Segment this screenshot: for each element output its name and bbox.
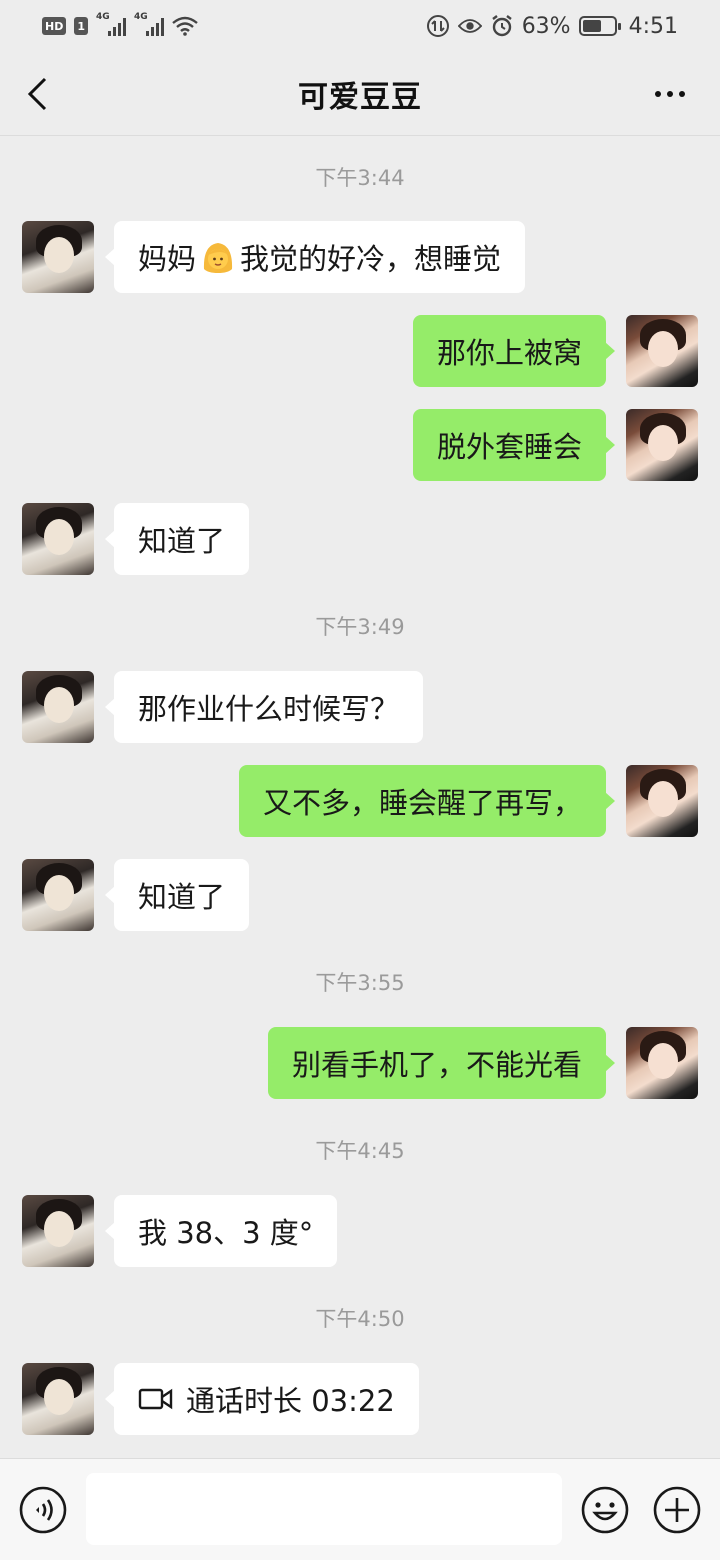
dot [679,91,685,97]
network-type-2: 4G [134,12,148,22]
sim-badge: 1 [74,17,88,35]
contact-avatar[interactable] [22,503,94,575]
wifi-icon [172,16,198,36]
message-bubble[interactable]: 知道了 [104,503,250,575]
signal-icon: 4G [96,12,126,36]
smiley-icon [581,1486,629,1534]
my-avatar[interactable] [626,315,698,387]
message-outgoing: 别看手机了，不能光看 [0,1027,720,1101]
my-avatar[interactable] [626,765,698,837]
chat-message-list[interactable]: 下午3:44 妈妈 我觉的好冷，想睡觉 那你上被窝 脱外套睡会 知道了 下午3:… [0,136,720,1458]
data-saver-icon [426,14,450,38]
message-text-part: 妈妈 [138,242,197,276]
voice-icon [19,1486,67,1534]
network-type-1: 4G [96,12,110,22]
hd-badge: HD [42,17,67,35]
contact-avatar[interactable] [22,1195,94,1267]
more-options-button[interactable] [650,80,690,108]
call-duration-text: 通话时长 03:22 [186,1384,395,1418]
dot [667,91,673,97]
status-bar-left: HD 1 4G 4G [42,12,198,36]
input-bar [0,1458,720,1560]
message-incoming: 我 38、3 度° [0,1195,720,1269]
contact-avatar[interactable] [22,221,94,293]
message-bubble[interactable]: 我 38、3 度° [104,1195,338,1267]
message-bubble[interactable]: 那作业什么时候写？ [104,671,424,743]
message-bubble[interactable]: 知道了 [104,859,250,931]
video-call-record-bubble[interactable]: 通话时长 03:22 [105,1363,419,1435]
message-bubble[interactable]: 别看手机了，不能光看 [267,1027,616,1099]
more-functions-button[interactable] [652,1485,702,1535]
message-incoming: 那作业什么时候写？ [0,671,720,745]
timestamp: 下午3:44 [315,166,405,190]
message-incoming: 知道了 [0,503,720,577]
chevron-left-icon [27,77,47,111]
message-bubble[interactable]: 又不多，睡会醒了再写， [238,765,616,837]
my-avatar[interactable] [626,409,698,481]
contact-avatar[interactable] [22,1363,94,1435]
dot [655,91,661,97]
status-bar: HD 1 4G 4G 63% 4:51 [0,0,720,52]
battery-percent: 63% [521,13,571,39]
chat-title: 可爱豆豆 [298,79,422,115]
clock-time: 4:51 [628,13,678,39]
chat-header: 可爱豆豆 [0,52,720,136]
message-text-part: 我觉的好冷，想睡觉 [240,242,502,276]
message-bubble[interactable]: 脱外套睡会 [412,409,616,481]
person-blond-hair-emoji-icon [200,239,236,275]
emoji-button[interactable] [580,1485,630,1535]
status-bar-right: 63% 4:51 [426,14,678,39]
video-call-icon [138,1387,174,1411]
plus-icon [653,1486,701,1534]
my-avatar[interactable] [626,1027,698,1099]
contact-avatar[interactable] [22,859,94,931]
message-incoming: 通话时长 03:22 [0,1363,720,1437]
message-bubble[interactable]: 那你上被窝 [412,315,616,387]
timestamp: 下午3:55 [315,971,405,995]
eye-comfort-icon [457,14,482,38]
message-outgoing: 那你上被窝 [0,315,720,389]
message-bubble[interactable]: 妈妈 我觉的好冷，想睡觉 [104,221,526,293]
message-input[interactable] [86,1473,562,1545]
contact-avatar[interactable] [22,671,94,743]
timestamp: 下午4:45 [315,1139,405,1163]
message-outgoing: 又不多，睡会醒了再写， [0,765,720,839]
message-incoming: 知道了 [0,859,720,933]
message-incoming: 妈妈 我觉的好冷，想睡觉 [0,221,720,295]
sim-text: 1 [77,19,85,33]
voice-input-button[interactable] [18,1485,68,1535]
signal-icon-2: 4G [134,12,164,36]
timestamp: 下午3:49 [315,615,405,639]
back-button[interactable] [22,76,52,112]
timestamp: 下午4:50 [315,1307,405,1331]
alarm-icon [490,14,514,38]
hd-text: HD [45,19,64,33]
battery-icon [578,16,621,36]
message-outgoing: 脱外套睡会 [0,409,720,483]
